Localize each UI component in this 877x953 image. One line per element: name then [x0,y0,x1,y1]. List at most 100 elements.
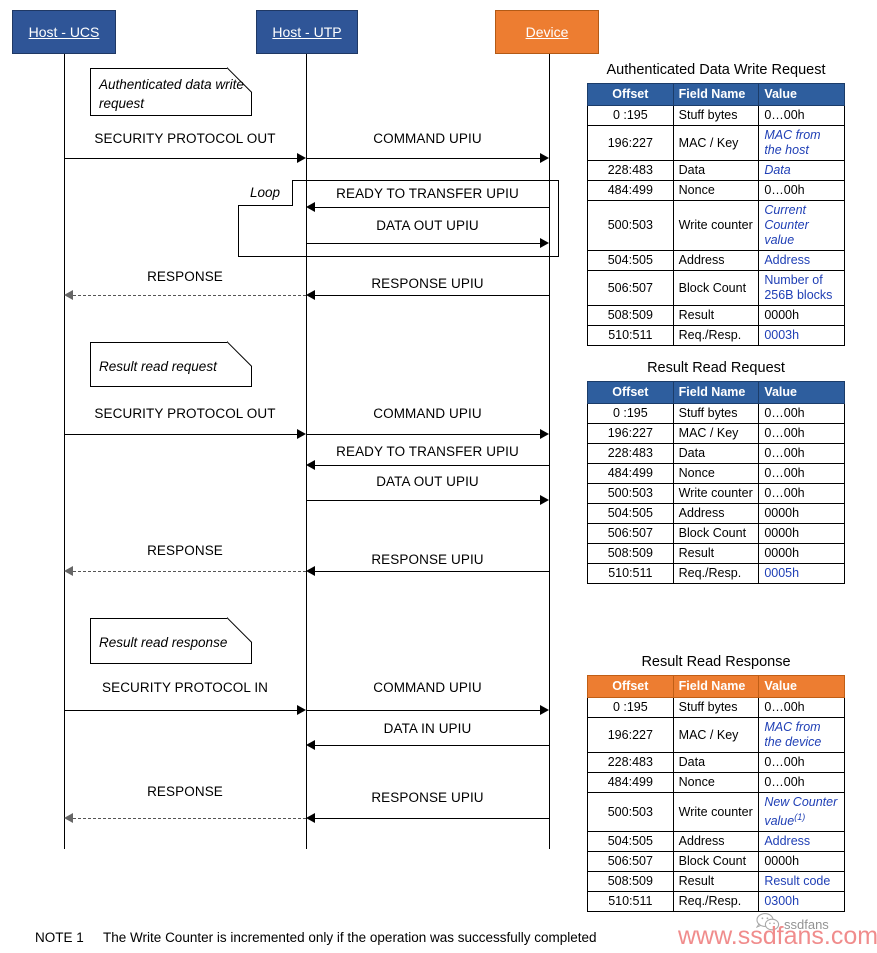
cell-offset: 506:507 [587,851,674,873]
cell-field: Data [672,752,760,773]
message-arrow-response-1 [73,295,306,296]
note-authenticated-data-write-request: Authenticated data write request [90,67,253,116]
table-title: Result Read Request [647,360,785,376]
cell-field: Req./Resp. [672,563,760,584]
note-result-read-response: Result read response [90,617,253,664]
cell-value: 0000h [758,543,845,564]
message-arrow-response-upiu-2 [315,571,549,572]
arrowhead-left [64,290,73,300]
arrowhead-left [306,460,315,470]
table-row: 510:511 Req./Resp. 0003h [587,325,845,346]
arrowhead-left [306,202,315,212]
message-label-command-upiu-2: COMMAND UPIU [373,406,482,421]
cell-value: 0…00h [758,483,845,504]
table-row: 506:507 Block Count 0000h [587,523,845,544]
cell-value: 0…00h [758,772,845,793]
table-row: 504:505 Address Address [587,250,845,271]
table-authenticated-data-write-request: Authenticated Data Write Request Offset … [587,62,845,346]
column-header-value: Value [758,381,845,404]
cell-value: 0000h [758,503,845,524]
column-header-offset: Offset [587,83,674,106]
table-row: 500:503 Write counter New Counter value(1) [587,791,845,833]
message-arrow-response-upiu-3 [315,818,549,819]
lifeline-device [549,54,550,849]
table-row: 0 :195 Stuff bytes 0…00h [587,697,845,718]
message-label-command-upiu-3: COMMAND UPIU [373,680,482,695]
message-label-response-1: RESPONSE [147,269,223,284]
table-body: 0 :195 Stuff bytes 0…00h 196:227 MAC / Key 0… [587,403,845,584]
table-row: 504:505 Address Address [587,831,845,853]
cell-value: MAC from the host [758,125,845,161]
packet-table: Offset Field Name Value 0 :195 Stuff byte… [587,675,845,913]
message-label-data-out-upiu-2: DATA OUT UPIU [376,474,479,489]
table-result-read-request: Result Read Request Offset Field Name Va… [587,360,845,584]
cell-field: Result [672,543,760,564]
message-label-ready-to-transfer-upiu-1: READY TO TRANSFER UPIU [336,186,519,201]
message-label-data-out-upiu-1: DATA OUT UPIU [376,218,479,233]
cell-value: 0…00h [758,180,845,201]
cell-value: 0…00h [758,463,845,484]
message-arrow-data-in-upiu [315,745,549,746]
table-row: 196:227 MAC / Key 0…00h [587,423,845,444]
message-label-response-3: RESPONSE [147,784,223,799]
message-arrow-response-2 [73,571,306,572]
actor-device: Device [495,10,599,54]
message-label-data-in-upiu: DATA IN UPIU [383,721,472,736]
actor-device-label: Device [525,24,569,40]
message-arrow-data-out-upiu-1 [306,243,540,244]
cell-offset: 510:511 [587,891,674,913]
column-header-field-name: Field Name [672,381,760,404]
arrowhead-right [540,429,549,439]
message-arrow-command-upiu-3 [306,710,540,711]
cell-offset: 196:227 [587,423,674,444]
cell-field: Stuff bytes [672,697,760,718]
cell-value: Current Counter value [758,200,845,251]
lifeline-host-ucs [64,54,65,849]
cell-field: Req./Resp. [672,325,760,346]
message-arrow-security-protocol-out-2 [64,434,298,435]
message-label-response-upiu-1: RESPONSE UPIU [371,276,484,291]
column-header-field-name: Field Name [672,83,760,106]
cell-field: Nonce [672,180,760,201]
table-row: 196:227 MAC / Key MAC from the device [587,717,845,753]
table-row: 506:507 Block Count 0000h [587,851,845,873]
cell-value: 0003h [758,325,845,346]
table-row: 508:509 Result Result code [587,871,845,893]
cell-field: MAC / Key [672,717,760,753]
arrowhead-right [297,705,306,715]
message-arrow-response-3 [73,818,306,819]
arrowhead-left [64,813,73,823]
message-label-ready-to-transfer-upiu-2: READY TO TRANSFER UPIU [336,444,519,459]
message-label-response-2: RESPONSE [147,543,223,558]
table-row: 508:509 Result 0000h [587,305,845,326]
footer-note: NOTE 1 The Write Counter is incremented … [35,930,597,945]
arrowhead-right [540,238,549,248]
cell-field: Address [672,250,760,271]
note-text: Result read response [99,635,228,650]
cell-offset: 196:227 [587,125,674,161]
cell-offset: 504:505 [587,503,674,524]
cell-offset: 506:507 [587,523,674,544]
table-header: Offset Field Name Value [587,675,845,698]
cell-offset: 500:503 [587,483,674,504]
cell-value: 0000h [758,305,845,326]
table-row: 0 :195 Stuff bytes 0…00h [587,403,845,424]
cell-offset: 504:505 [587,831,674,853]
arrowhead-right [540,495,549,505]
message-label-command-upiu-1: COMMAND UPIU [373,131,482,146]
packet-table: Offset Field Name Value 0 :195 Stuff byte… [587,83,845,346]
note-text: Authenticated data write request [99,77,244,111]
table-row: 484:499 Nonce 0…00h [587,463,845,484]
cell-field: Block Count [672,851,760,873]
cell-field: Write counter [672,200,760,251]
cell-field: Block Count [672,270,760,306]
arrowhead-left [306,813,315,823]
message-arrow-command-upiu-1 [306,158,540,159]
table-row: 500:503 Write counter Current Counter valu… [587,200,845,251]
watermark-url: www.ssdfans.com [678,922,877,950]
arrowhead-right [297,429,306,439]
message-label-response-upiu-3: RESPONSE UPIU [371,790,484,805]
cell-offset: 484:499 [587,463,674,484]
column-header-offset: Offset [587,675,674,698]
arrowhead-left [64,566,73,576]
